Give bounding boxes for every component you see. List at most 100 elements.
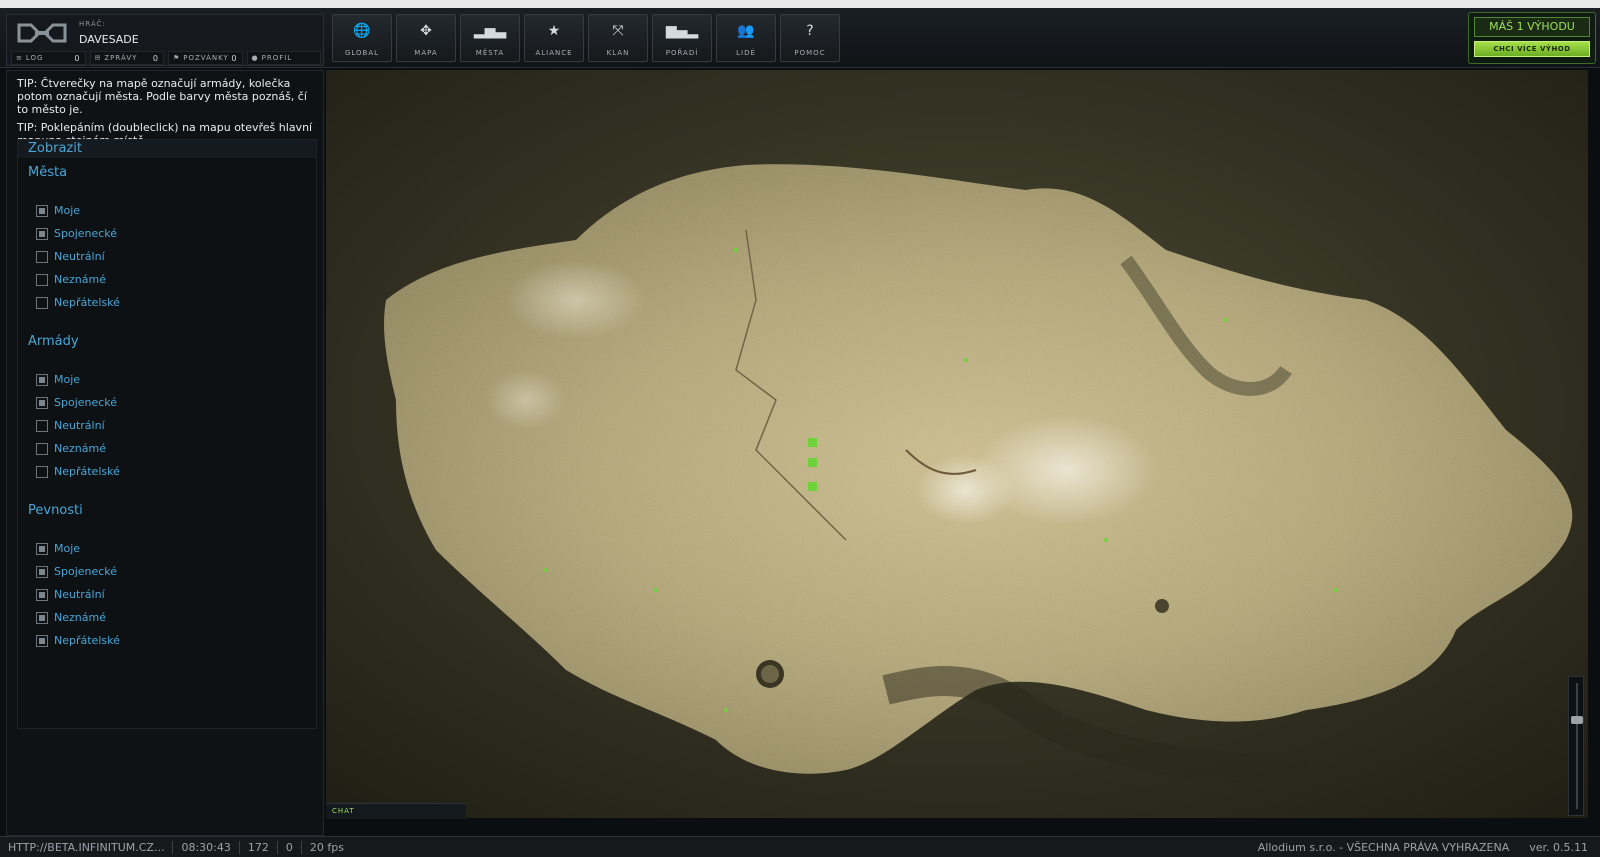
invites-label: POZVÁNKY — [183, 54, 229, 62]
expand-icon: ⤧ — [612, 23, 624, 39]
nav-global-label: GLOBAL — [344, 49, 380, 57]
invites-count: 0 — [231, 53, 238, 63]
option-label: Neznámé — [54, 273, 106, 286]
main-nav: 🌐 GLOBAL ✥ MAPA ▂▅▃ MĚSTA ★ ALIANCE ⤧ KLAN ▆▄… — [332, 14, 840, 62]
checkbox[interactable] — [36, 373, 48, 386]
list-icon: ≡ — [16, 54, 23, 62]
group-title-armies: Armády — [28, 334, 79, 349]
filter-forts-allied[interactable]: Spojenecké — [18, 560, 316, 583]
player-caption: HRÁČ: — [79, 20, 106, 28]
tip-markers: TIP: Čtverečky na mapě označují armády, … — [17, 77, 307, 116]
checkbox[interactable] — [36, 465, 48, 478]
top-bar: HRÁČ: DAVESADE ≡ LOG 0 ✉ ZPRÁVY 0 ⚑ POZVÁNK… — [0, 8, 1600, 68]
checkbox[interactable] — [36, 611, 48, 624]
messages-link[interactable]: ✉ ZPRÁVY 0 — [89, 51, 164, 65]
nav-lide-label: LIDÉ — [736, 49, 756, 57]
option-label: Neznámé — [54, 442, 106, 455]
option-label: Spojenecké — [54, 227, 118, 240]
status-count: 172 — [240, 840, 278, 854]
nav-klan-button[interactable]: ⤧ KLAN — [588, 14, 648, 62]
checkbox[interactable] — [36, 419, 48, 432]
checkbox[interactable] — [36, 588, 48, 601]
advantage-panel: MÁŠ 1 VÝHODU CHCI VÍCE VÝHOD — [1468, 12, 1596, 64]
status-fps: 20 fps — [309, 840, 344, 854]
nav-mapa-button[interactable]: ✥ MAPA — [396, 14, 456, 62]
group-title-cities: Města — [28, 165, 68, 180]
checkbox[interactable] — [36, 227, 48, 240]
nav-global-button[interactable]: 🌐 GLOBAL — [332, 14, 392, 62]
world-map[interactable] — [326, 70, 1588, 818]
zoom-knob[interactable] — [1571, 716, 1583, 725]
checkbox[interactable] — [36, 250, 48, 263]
group-cities: Města Moje Spojenecké Neutrální Neznámé … — [18, 162, 316, 314]
people-icon: 👥 — [737, 23, 755, 39]
option-label: Neznámé — [54, 611, 106, 624]
status-url: HTTP://BETA.INFINITUM.CZ... — [0, 840, 174, 854]
star-icon: ★ — [547, 23, 561, 39]
checkbox[interactable] — [36, 542, 48, 555]
nav-pomoc-button[interactable]: ? POMOC — [780, 14, 840, 62]
group-fortresses: Pevnosti Moje Spojenecké Neutrální Nezná… — [18, 500, 316, 652]
filter-forts-unknown[interactable]: Neznámé — [18, 606, 316, 629]
option-label: Moje — [54, 542, 81, 555]
log-link[interactable]: ≡ LOG 0 — [11, 51, 86, 65]
ranking-icon: ▆▄▂ — [665, 23, 699, 39]
checkbox[interactable] — [36, 396, 48, 409]
group-title-fortresses: Pevnosti — [28, 503, 83, 518]
nav-klan-label: KLAN — [606, 49, 630, 57]
filter-cities-allied[interactable]: Spojenecké — [18, 222, 316, 245]
globe-icon: 🌐 — [353, 23, 371, 39]
filter-cities-neutral[interactable]: Neutrální — [18, 245, 316, 268]
checkbox[interactable] — [36, 273, 48, 286]
zoom-track[interactable] — [1576, 683, 1578, 809]
status-bar: HTTP://BETA.INFINITUM.CZ... 08:30:43 172… — [0, 836, 1600, 857]
move-arrows-icon: ✥ — [420, 23, 432, 39]
filter-armies-neutral[interactable]: Neutrální — [18, 414, 316, 437]
filter-forts-mine[interactable]: Moje — [18, 537, 316, 560]
option-label: Spojenecké — [54, 396, 118, 409]
player-panel: HRÁČ: DAVESADE ≡ LOG 0 ✉ ZPRÁVY 0 ⚑ POZVÁNK… — [6, 14, 324, 66]
filter-armies-allied[interactable]: Spojenecké — [18, 391, 316, 414]
nav-mesta-button[interactable]: ▂▅▃ MĚSTA — [460, 14, 520, 62]
filter-forts-neutral[interactable]: Neutrální — [18, 583, 316, 606]
log-count: 0 — [74, 53, 81, 63]
invites-link[interactable]: ⚑ POZVÁNKY 0 — [168, 51, 243, 65]
profile-link[interactable]: ● PROFIL — [246, 51, 321, 65]
checkbox[interactable] — [36, 565, 48, 578]
nav-aliance-label: ALIANCE — [535, 49, 573, 57]
invite-icon: ⚑ — [173, 54, 181, 62]
nav-aliance-button[interactable]: ★ ALIANCE — [524, 14, 584, 62]
filter-cities-mine[interactable]: Moje — [18, 199, 316, 222]
filter-cities-unknown[interactable]: Neznámé — [18, 268, 316, 291]
zoom-slider[interactable] — [1568, 676, 1584, 816]
filter-cities-enemy[interactable]: Nepřátelské — [18, 291, 316, 314]
game-logo-icon — [17, 23, 67, 43]
filter-forts-enemy[interactable]: Nepřátelské — [18, 629, 316, 652]
sidebar: TIP: Čtverečky na mapě označují armády, … — [6, 70, 324, 836]
filter-armies-unknown[interactable]: Neznámé — [18, 437, 316, 460]
option-label: Neutrální — [54, 250, 105, 263]
profile-label: PROFIL — [261, 54, 293, 62]
nav-poradi-button[interactable]: ▆▄▂ POŘADÍ — [652, 14, 712, 62]
status-right: Allodium s.r.o. - VŠECHNA PRÁVA VYHRAZEN… — [1258, 841, 1588, 854]
filter-armies-mine[interactable]: Moje — [18, 368, 316, 391]
app-window: HRÁČ: DAVESADE ≡ LOG 0 ✉ ZPRÁVY 0 ⚑ POZVÁNK… — [0, 0, 1600, 857]
filter-armies-enemy[interactable]: Nepřátelské — [18, 460, 316, 483]
log-label: LOG — [25, 54, 44, 62]
option-label: Moje — [54, 373, 81, 386]
checkbox[interactable] — [36, 442, 48, 455]
option-label: Neutrální — [54, 419, 105, 432]
chat-tab[interactable]: CHAT — [326, 803, 466, 819]
map-terrain[interactable] — [326, 70, 1588, 818]
checkbox[interactable] — [36, 296, 48, 309]
mail-icon: ✉ — [94, 54, 102, 62]
user-icon: ● — [251, 54, 259, 62]
status-time: 08:30:43 — [173, 840, 240, 854]
more-advantages-button[interactable]: CHCI VÍCE VÝHOD — [1474, 41, 1590, 57]
version-text: ver. 0.5.11 — [1529, 841, 1588, 854]
browser-top-edge — [0, 0, 1600, 8]
messages-count: 0 — [152, 53, 159, 63]
nav-lide-button[interactable]: 👥 LIDÉ — [716, 14, 776, 62]
checkbox[interactable] — [36, 634, 48, 647]
checkbox[interactable] — [36, 204, 48, 217]
